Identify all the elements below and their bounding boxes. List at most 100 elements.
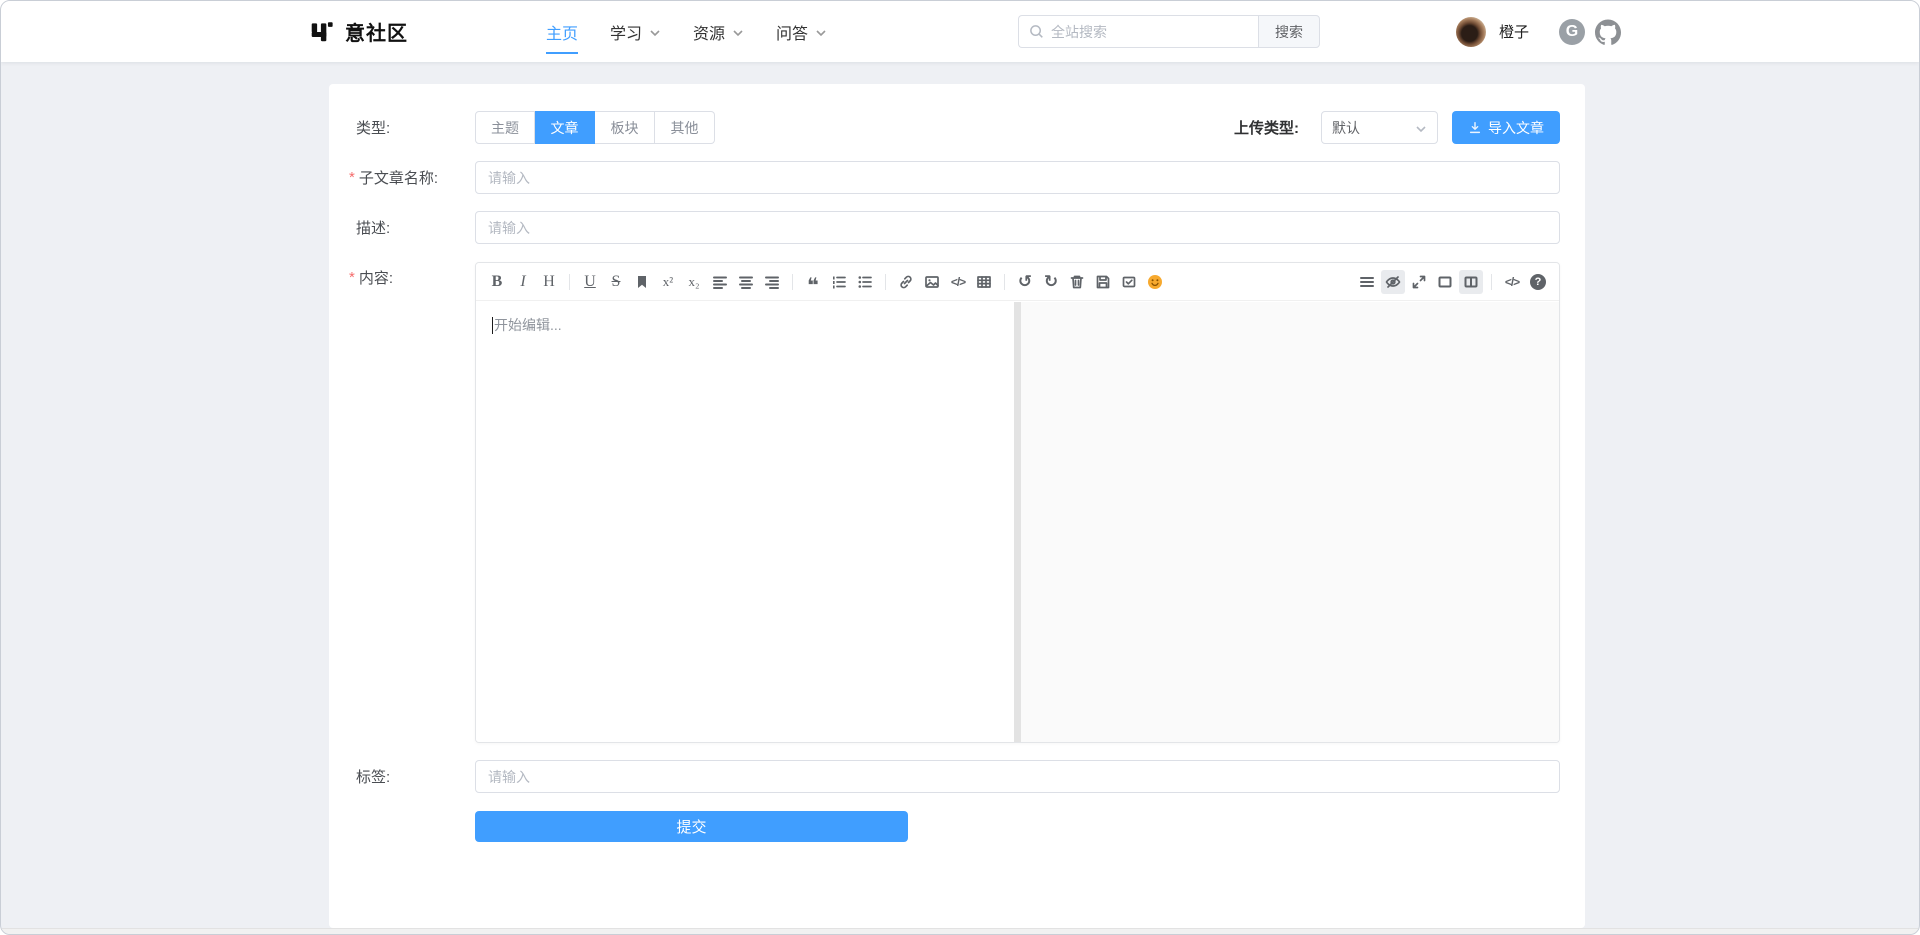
editor-preview-pane: [1021, 302, 1559, 742]
chevron-down-icon: [1415, 123, 1427, 135]
nav-item-learn[interactable]: 学习: [610, 1, 661, 62]
type-radio-group: 主题 文章 板块 其他: [475, 111, 715, 144]
user-avatar[interactable]: [1456, 17, 1486, 47]
fullscreen-icon[interactable]: [1407, 270, 1431, 294]
gitee-glyph: G: [1566, 23, 1578, 41]
editor-placeholder-line: 开始编辑...: [492, 315, 998, 335]
editor-toolbar: B I H U S x² x₂: [476, 263, 1559, 301]
text-caret: [492, 317, 493, 334]
brand-logo-icon: [309, 19, 335, 45]
editor-body: 开始编辑...: [476, 302, 1559, 742]
nav-item-qa[interactable]: 问答: [776, 1, 827, 62]
description-label: 描述:: [356, 211, 390, 244]
main-nav: 主页 学习 资源 问答: [546, 1, 827, 62]
type-label: 类型:: [356, 111, 390, 144]
image-icon[interactable]: [920, 270, 944, 294]
help-icon[interactable]: ?: [1526, 270, 1550, 294]
tags-label: 标签:: [356, 760, 390, 793]
toolbar-separator: [569, 274, 570, 290]
save-icon[interactable]: [1091, 270, 1115, 294]
search-input[interactable]: [1051, 24, 1248, 40]
help-glyph: ?: [1530, 274, 1546, 290]
outline-icon[interactable]: [1355, 270, 1379, 294]
submit-button[interactable]: 提交: [475, 811, 908, 842]
link-icon[interactable]: [894, 270, 918, 294]
bookmark-icon[interactable]: [630, 270, 654, 294]
search-input-wrap: [1018, 15, 1258, 48]
brand[interactable]: 意社区: [309, 1, 408, 62]
content-label: * 内容:: [349, 267, 393, 287]
ordered-list-icon[interactable]: [827, 270, 851, 294]
nav-item-home[interactable]: 主页: [546, 1, 578, 62]
github-icon[interactable]: [1595, 19, 1621, 45]
toolbar-separator: [792, 274, 793, 290]
horizontal-scrollbar[interactable]: [1, 928, 1919, 934]
nav-item-label: 主页: [546, 20, 578, 44]
superscript-icon[interactable]: x²: [656, 270, 680, 294]
article-name-label-text: 子文章名称:: [359, 167, 438, 188]
toolbar-separator: [1491, 274, 1492, 290]
nav-item-label: 资源: [693, 20, 725, 44]
bold-icon[interactable]: B: [485, 270, 509, 294]
code-icon[interactable]: </>: [946, 270, 970, 294]
download-icon: [1468, 121, 1482, 135]
search-button[interactable]: 搜索: [1258, 15, 1320, 48]
hide-preview-eye-off-icon[interactable]: [1381, 270, 1405, 294]
github-octocat-icon: [1595, 19, 1621, 46]
type-option-other[interactable]: 其他: [655, 111, 715, 144]
html-code-view-icon[interactable]: </>: [1500, 270, 1524, 294]
unordered-list-icon[interactable]: [853, 270, 877, 294]
heading-icon[interactable]: H: [537, 270, 561, 294]
redo-icon[interactable]: ↻: [1039, 270, 1063, 294]
article-name-input[interactable]: [475, 161, 1560, 194]
nav-item-label: 学习: [610, 20, 642, 44]
align-right-icon[interactable]: [760, 270, 784, 294]
type-option-topic[interactable]: 主题: [475, 111, 535, 144]
chevron-down-icon: [732, 27, 744, 39]
editor-edit-pane[interactable]: 开始编辑...: [476, 302, 1014, 742]
app-window: 意社区 主页 学习 资源 问答: [0, 0, 1920, 935]
subscript-icon[interactable]: x₂: [682, 270, 706, 294]
underline-icon[interactable]: U: [578, 270, 602, 294]
top-navbar: 意社区 主页 学习 资源 问答: [1, 1, 1919, 62]
nav-item-resources[interactable]: 资源: [693, 1, 744, 62]
emoji-icon[interactable]: [1143, 270, 1167, 294]
chevron-down-icon: [815, 27, 827, 39]
italic-icon[interactable]: I: [511, 270, 535, 294]
align-left-icon[interactable]: [708, 270, 732, 294]
trash-icon[interactable]: [1065, 270, 1089, 294]
gitee-icon[interactable]: G: [1559, 19, 1585, 45]
upload-type-value: 默认: [1332, 118, 1360, 138]
strikethrough-icon[interactable]: S: [604, 270, 628, 294]
content-label-text: 内容:: [359, 267, 393, 288]
chevron-down-icon: [649, 27, 661, 39]
required-mark: *: [349, 169, 355, 186]
align-center-icon[interactable]: [734, 270, 758, 294]
import-article-button[interactable]: 导入文章: [1452, 111, 1560, 144]
type-option-board[interactable]: 板块: [595, 111, 655, 144]
type-option-article[interactable]: 文章: [535, 111, 595, 144]
tags-input[interactable]: [475, 760, 1560, 793]
export-check-icon[interactable]: [1117, 270, 1141, 294]
table-icon[interactable]: [972, 270, 996, 294]
required-mark: *: [349, 269, 355, 286]
brand-title: 意社区: [345, 17, 408, 46]
editor-placeholder: 开始编辑...: [494, 315, 562, 335]
nav-item-label: 问答: [776, 20, 808, 44]
upload-type-label: 上传类型:: [1234, 111, 1299, 144]
undo-icon[interactable]: ↺: [1013, 270, 1037, 294]
preview-only-icon[interactable]: [1433, 270, 1457, 294]
article-form-card: 类型: 主题 文章 板块 其他 上传类型: 默认 导入文章 * 子文章名称: 描…: [329, 84, 1585, 928]
article-name-label: * 子文章名称:: [349, 161, 438, 194]
username[interactable]: 橙子: [1499, 1, 1529, 62]
editor-pane-resize-handle[interactable]: [1014, 302, 1021, 742]
upload-type-select[interactable]: 默认: [1321, 111, 1438, 144]
description-input[interactable]: [475, 211, 1560, 244]
toolbar-separator: [1004, 274, 1005, 290]
search-icon: [1029, 24, 1044, 39]
markdown-editor: B I H U S x² x₂: [475, 262, 1560, 743]
split-view-icon[interactable]: [1459, 270, 1483, 294]
blockquote-icon[interactable]: ❝: [801, 270, 825, 294]
toolbar-separator: [885, 274, 886, 290]
site-search: 搜索: [1018, 15, 1320, 48]
